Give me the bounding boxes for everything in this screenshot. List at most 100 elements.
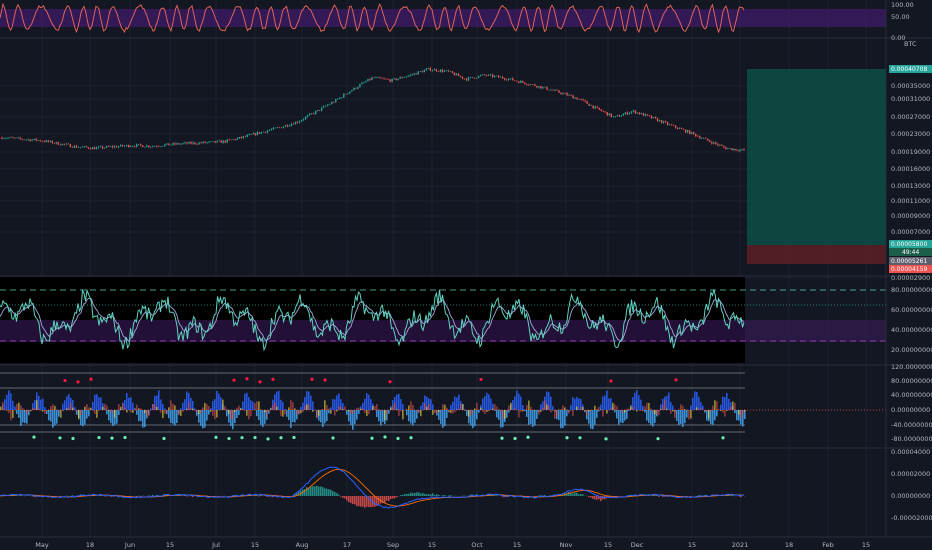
candle-body: [160, 146, 162, 147]
osc-bar: [290, 410, 292, 428]
candle-body: [290, 123, 293, 126]
osc-bar-inner: [344, 406, 346, 410]
y-tick-label: 0.00000000: [891, 492, 930, 500]
osc-bar: [696, 392, 698, 410]
osc-bar: [672, 405, 674, 410]
osc-sell-dot: [609, 379, 613, 383]
osc-bar: [420, 405, 422, 410]
osc-bar: [452, 401, 454, 410]
macd-hist-bar: [410, 492, 412, 496]
macd-hist-bar: [654, 495, 656, 496]
osc-bar-inner: [576, 406, 578, 410]
osc-bar-inner: [362, 408, 364, 410]
candle-body: [415, 73, 417, 75]
osc-bar-inner: [366, 410, 368, 417]
osc-bar-inner: [594, 405, 596, 410]
osc-bar-inner: [468, 410, 470, 417]
candle-body: [333, 102, 335, 103]
candle-body: [365, 81, 367, 83]
candle-body: [35, 138, 37, 141]
candle-body: [47, 140, 49, 142]
osc-bar: [516, 390, 518, 410]
osc-bar: [50, 410, 52, 422]
x-tick-label: 2021: [732, 541, 749, 549]
macd-hist-bar: [406, 493, 408, 496]
candle-body: [288, 125, 291, 127]
profit-zone[interactable]: [747, 69, 886, 245]
osc-bar-inner: [86, 404, 88, 410]
osc-bar-inner: [710, 410, 712, 412]
candle-body: [550, 89, 552, 91]
candle-body: [508, 78, 510, 81]
y-tick-label: 40.00000000: [891, 391, 932, 399]
osc-bar-inner: [88, 407, 90, 410]
osc-bar: [278, 390, 280, 410]
macd-hist-bar: [396, 496, 398, 498]
candle-body: [401, 77, 403, 78]
osc-bar-inner: [238, 405, 240, 410]
osc-bar-inner: [122, 403, 124, 410]
osc-bar-inner: [728, 409, 730, 410]
osc-bar: [108, 410, 110, 421]
osc-bar-inner: [730, 406, 732, 410]
candle-body: [260, 132, 263, 134]
osc-bar: [604, 395, 606, 410]
osc-bar: [602, 396, 604, 410]
candle-body: [735, 148, 737, 151]
osc-bar: [92, 401, 94, 410]
candle-body: [439, 69, 442, 72]
osc-bar-inner: [310, 409, 312, 410]
candle-body: [236, 138, 238, 140]
candle-body: [13, 137, 15, 139]
osc-bar: [48, 410, 50, 421]
osc-bar-inner: [158, 409, 160, 410]
candle-body: [717, 143, 719, 146]
candle-body: [202, 141, 204, 144]
candle-body: [552, 89, 554, 91]
candle-body: [391, 78, 393, 82]
osc-bar-inner: [390, 407, 392, 410]
loss-zone[interactable]: [747, 245, 886, 264]
osc-bar-inner: [682, 405, 684, 410]
osc-bar: [398, 393, 400, 410]
y-tick-label: 40.00000000: [891, 326, 932, 334]
osc-buy-dot: [58, 436, 62, 440]
candle-body: [447, 70, 450, 72]
osc-bar: [694, 391, 696, 410]
candle-body: [443, 70, 446, 72]
candle-body: [381, 78, 383, 79]
candle-body: [622, 114, 625, 116]
macd-hist-bar: [346, 496, 348, 501]
trading-chart[interactable]: 100.0050.000.000.000350000.000310000.000…: [0, 0, 932, 550]
osc-bar-inner: [130, 410, 132, 413]
osc-bar: [600, 404, 602, 410]
candle-body: [298, 121, 301, 123]
candle-body: [383, 78, 385, 80]
osc-bar: [106, 410, 108, 415]
macd-hist-bar: [400, 495, 402, 496]
osc-bar-inner: [612, 402, 614, 410]
osc-bar-inner: [40, 410, 42, 411]
candle-body: [729, 148, 731, 149]
macd-hist-bar: [424, 493, 426, 496]
osc-bar-inner: [690, 410, 692, 419]
candle-body: [115, 146, 118, 148]
candle-body: [246, 135, 249, 137]
osc-bar-inner: [506, 410, 508, 412]
candle-body: [697, 136, 699, 137]
candle-body: [493, 75, 496, 78]
candle-body: [55, 142, 57, 144]
candle-body: [411, 74, 413, 76]
y-tick-label: 0.00016000: [891, 165, 930, 173]
osc-bar-inner: [636, 410, 638, 412]
osc-bar-inner: [272, 404, 274, 410]
osc-bar-inner: [524, 409, 526, 410]
candle-body: [564, 93, 566, 94]
osc-bar: [300, 406, 302, 410]
macd-hist-bar: [364, 496, 366, 508]
candle-body: [538, 86, 540, 88]
candle-body: [475, 77, 478, 79]
candle-body: [21, 138, 23, 140]
osc-buy-dot: [656, 437, 660, 441]
osc-bar-inner: [2, 402, 4, 410]
